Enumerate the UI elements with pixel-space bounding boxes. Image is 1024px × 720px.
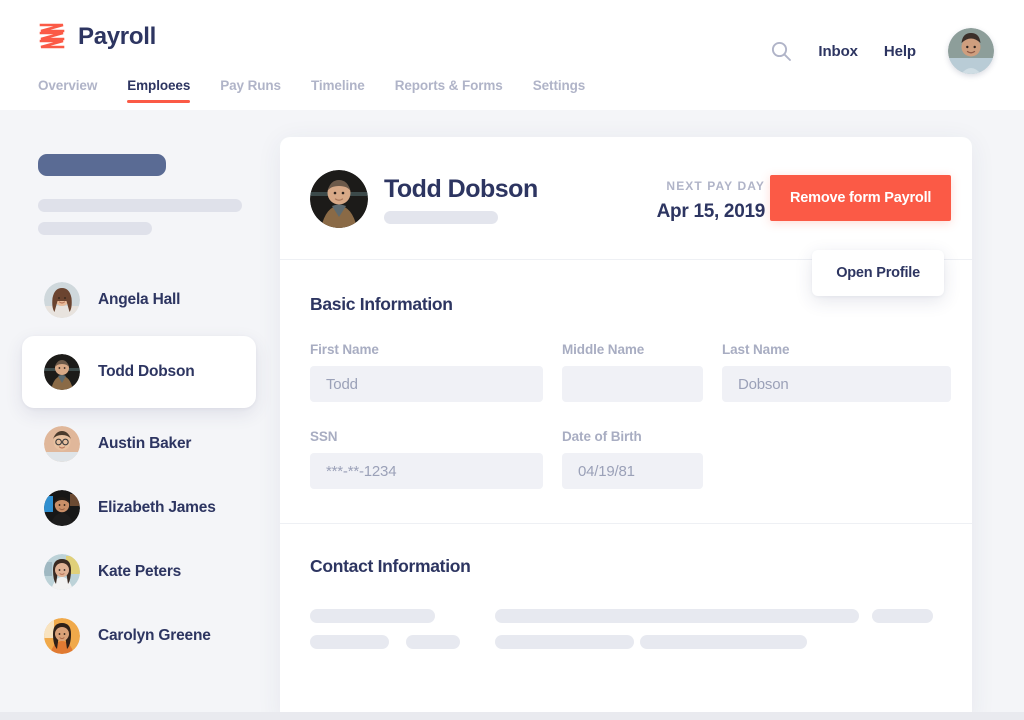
avatar-icon: [310, 170, 368, 228]
contact-information-title: Contact Information: [310, 556, 471, 576]
date-of-birth-input[interactable]: [562, 453, 703, 489]
middle-name-label: Middle Name: [562, 342, 645, 357]
avatar-icon: [44, 554, 80, 590]
sidebar-item-kate-peters[interactable]: Kate Peters: [22, 540, 256, 604]
next-pay-day-label: NEXT PAY DAY: [666, 179, 765, 193]
sidebar-item-elizabeth-james[interactable]: Elizabeth James: [22, 476, 256, 540]
avatar-icon: [44, 354, 80, 390]
contact-information-placeholders: [310, 609, 942, 655]
sidebar-item-label: Austin Baker: [98, 435, 192, 452]
app-header: Payroll Inbox Help Overview Emploees Pay…: [0, 0, 1024, 110]
last-name-field-group: Last Name: [722, 342, 951, 402]
tab-emploees[interactable]: Emploees: [127, 78, 190, 103]
sidebar-item-label: Todd Dobson: [98, 363, 195, 380]
tab-reports-forms[interactable]: Reports & Forms: [395, 78, 503, 103]
sidebar: Angela Hall Todd Dobson Austin Baker Eli…: [0, 110, 278, 712]
avatar-icon: [44, 282, 80, 318]
sidebar-item-label: Angela Hall: [98, 291, 181, 308]
sidebar-item-angela-hall[interactable]: Angela Hall: [22, 268, 256, 332]
header-actions: Inbox Help: [770, 28, 994, 74]
employee-list: Angela Hall Todd Dobson Austin Baker Eli…: [0, 268, 278, 668]
avatar-icon: [44, 618, 80, 654]
header-link-help[interactable]: Help: [884, 43, 916, 60]
sidebar-title-placeholder: [38, 154, 166, 176]
main-tabs: Overview Emploees Pay Runs Timeline Repo…: [38, 78, 585, 103]
middle-name-field-group: Middle Name: [562, 342, 703, 402]
name-field-row: First Name Middle Name Last Name: [310, 342, 951, 402]
avatar-icon: [44, 490, 80, 526]
page-bottom-edge: [0, 712, 1024, 720]
sidebar-item-todd-dobson[interactable]: Todd Dobson: [22, 336, 256, 408]
avatar[interactable]: [948, 28, 994, 74]
app-window: Payroll Inbox Help Overview Emploees Pay…: [0, 0, 1024, 712]
payroll-zigzag-logo-icon: [38, 21, 66, 53]
tab-overview[interactable]: Overview: [38, 78, 97, 103]
brand-name: Payroll: [78, 23, 156, 50]
avatar-icon: [44, 426, 80, 462]
basic-information-title: Basic Information: [310, 294, 453, 314]
ssn-input[interactable]: [310, 453, 543, 489]
contact-placeholder-7: [640, 635, 807, 649]
contact-placeholder-3: [872, 609, 933, 623]
remove-from-payroll-button[interactable]: Remove form Payroll: [770, 175, 952, 221]
sidebar-item-label: Kate Peters: [98, 563, 182, 580]
tab-timeline[interactable]: Timeline: [311, 78, 365, 103]
search-icon[interactable]: [770, 40, 792, 62]
tab-pay-runs[interactable]: Pay Runs: [220, 78, 281, 103]
middle-name-input[interactable]: [562, 366, 703, 402]
date-of-birth-label: Date of Birth: [562, 429, 642, 444]
open-profile-button[interactable]: Open Profile: [812, 250, 944, 296]
ssn-dob-field-row: SSN Date of Birth: [310, 429, 942, 489]
employee-detail-card: Todd Dobson NEXT PAY DAY Apr 15, 2019 Re…: [280, 137, 972, 712]
brand-logo[interactable]: Payroll: [38, 21, 156, 53]
sidebar-item-austin-baker[interactable]: Austin Baker: [22, 412, 256, 476]
tab-settings[interactable]: Settings: [533, 78, 586, 103]
contact-placeholder-4: [310, 635, 389, 649]
contact-placeholder-2: [495, 609, 859, 623]
last-name-label: Last Name: [722, 342, 790, 357]
sidebar-text-placeholder-1: [38, 199, 242, 212]
next-pay-day: NEXT PAY DAY Apr 15, 2019: [635, 179, 766, 223]
contact-information-section: Contact Information: [280, 524, 972, 655]
sidebar-text-placeholder-2: [38, 222, 152, 235]
first-name-label: First Name: [310, 342, 379, 357]
contact-placeholder-6: [495, 635, 634, 649]
basic-information-section: Basic Information Open Profile First Nam…: [280, 250, 972, 524]
last-name-input[interactable]: [722, 366, 951, 402]
ssn-field-group: SSN: [310, 429, 543, 489]
first-name-input[interactable]: [310, 366, 543, 402]
sidebar-item-label: Elizabeth James: [98, 499, 216, 516]
contact-placeholder-5: [406, 635, 460, 649]
ssn-label: SSN: [310, 429, 338, 444]
sidebar-item-carolyn-greene[interactable]: Carolyn Greene: [22, 604, 256, 668]
sidebar-item-label: Carolyn Greene: [98, 627, 211, 644]
next-pay-day-value: Apr 15, 2019: [656, 201, 766, 222]
page-title: Todd Dobson: [384, 175, 538, 203]
employee-card-header: Todd Dobson NEXT PAY DAY Apr 15, 2019 Re…: [280, 137, 972, 260]
contact-placeholder-1: [310, 609, 435, 623]
header-link-inbox[interactable]: Inbox: [818, 43, 858, 60]
first-name-field-group: First Name: [310, 342, 543, 402]
employee-subtitle-placeholder: [384, 211, 498, 224]
date-of-birth-field-group: Date of Birth: [562, 429, 703, 489]
